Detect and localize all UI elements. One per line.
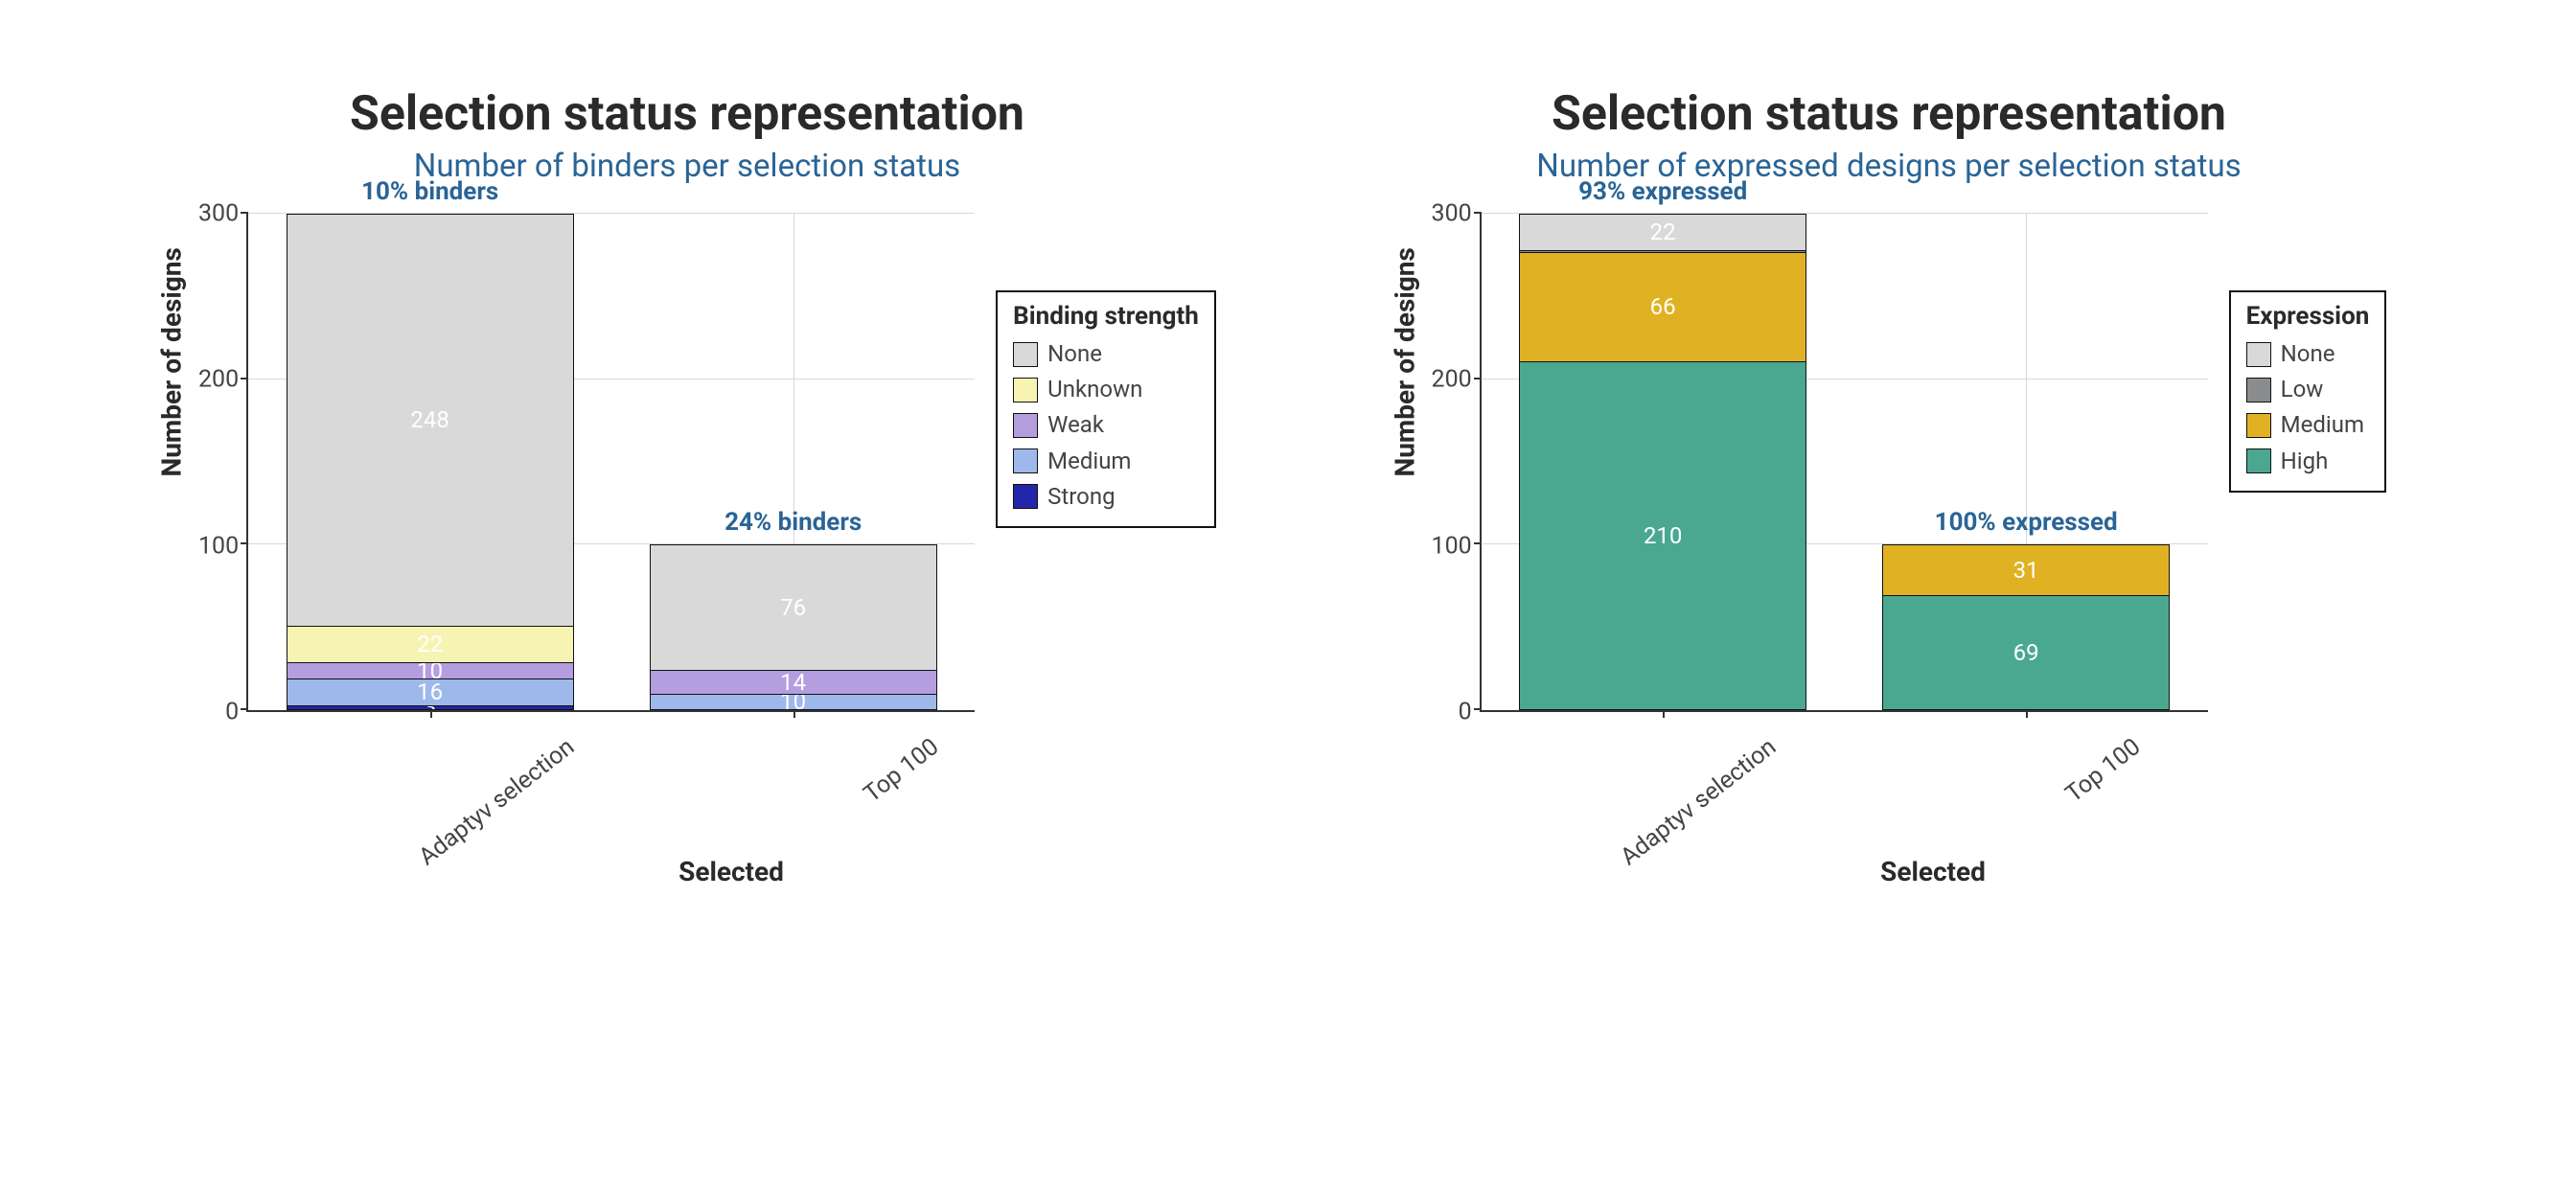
bar-top-label: 10% binders xyxy=(361,177,498,206)
legend-item: Medium xyxy=(2246,407,2370,443)
segment-value: 31 xyxy=(2013,559,2039,582)
bar-segment-medium: 16 xyxy=(287,678,574,705)
segment-value: 10 xyxy=(780,694,806,710)
legend-label: Unknown xyxy=(1047,372,1142,407)
swatch-icon xyxy=(1013,448,1038,473)
segment-value: 3 xyxy=(424,705,437,710)
segment-value: 76 xyxy=(780,596,806,619)
legend-title: Expression xyxy=(2246,302,2370,331)
swatch-icon xyxy=(1013,342,1038,367)
chart-title: Selection status representation xyxy=(1552,86,2226,142)
x-tick-label: Top 100 xyxy=(859,733,944,808)
y-tick-label: 100 xyxy=(1432,532,1472,560)
y-axis-label: Number of designs xyxy=(1389,449,1420,476)
legend-item: None xyxy=(2246,336,2370,372)
swatch-icon xyxy=(2246,342,2271,367)
legend: Binding strength None Unknown Weak Mediu… xyxy=(996,290,1216,528)
legend-item: Medium xyxy=(1013,444,1199,479)
y-axis: Number of designs 0 100 200 300 xyxy=(158,214,246,712)
legend-item: None xyxy=(1013,336,1199,372)
y-ticks: 0 100 200 300 xyxy=(1418,214,1480,712)
bar-segment-medium: 10 xyxy=(650,694,937,710)
legend-label: Medium xyxy=(2281,407,2364,443)
y-tick-label: 200 xyxy=(198,366,239,394)
plot-area: 93% expressed 210 66 1 22 100% expressed… xyxy=(1480,214,2208,712)
swatch-icon xyxy=(1013,413,1038,438)
bar-segment-none: 248 xyxy=(287,214,574,626)
bar-top100: 10 14 76 xyxy=(650,544,937,710)
segment-value: 16 xyxy=(417,680,443,703)
segment-value: 210 xyxy=(1644,524,1682,547)
y-tick-label: 200 xyxy=(1432,366,1472,394)
x-tick-label: Adaptyv selection xyxy=(414,733,580,871)
chart-left: Selection status representation Number o… xyxy=(115,77,1259,887)
y-axis: Number of designs 0 100 200 300 xyxy=(1392,214,1480,712)
chart-title: Selection status representation xyxy=(350,86,1024,142)
bar-segment-medium: 66 xyxy=(1519,252,1806,361)
bar-top-label: 100% expressed xyxy=(1935,508,2118,537)
legend-item: Low xyxy=(2246,372,2370,407)
bar-top100: 69 31 xyxy=(1882,544,2170,710)
y-tick-label: 300 xyxy=(1432,200,1472,228)
y-axis-label: Number of designs xyxy=(156,449,188,476)
segment-value: 69 xyxy=(2013,641,2039,664)
bar-adaptyv: 3 16 10 22 248 xyxy=(287,214,574,710)
legend-item: Unknown xyxy=(1013,372,1199,407)
plot-row: Number of designs 0 100 200 300 10% bind… xyxy=(158,214,1216,712)
y-tick-label: 300 xyxy=(198,200,239,228)
segment-value: 22 xyxy=(1650,220,1676,243)
bar-segment-weak: 14 xyxy=(650,670,937,693)
bar-top-label: 93% expressed xyxy=(1578,177,1747,206)
bar-segment-none: 22 xyxy=(1519,214,1806,250)
legend-title: Binding strength xyxy=(1013,302,1199,331)
legend-label: Medium xyxy=(1047,444,1131,479)
segment-value: 10 xyxy=(417,662,443,678)
chart-right: Selection status representation Number o… xyxy=(1317,77,2461,887)
bar-segment-high: 69 xyxy=(1882,595,2170,710)
legend: Expression None Low Medium High xyxy=(2229,290,2387,493)
legend-label: Low xyxy=(2281,372,2324,407)
x-ticks: Adaptyv selection Top 100 xyxy=(1569,712,2297,865)
swatch-icon xyxy=(2246,378,2271,402)
legend-label: High xyxy=(2281,444,2329,479)
swatch-icon xyxy=(1013,484,1038,509)
plot-row: Number of designs 0 100 200 300 93% expr… xyxy=(1392,214,2387,712)
bar-segment-high: 210 xyxy=(1519,361,1806,710)
bar-segment-none: 76 xyxy=(650,544,937,671)
bar-segment-medium: 31 xyxy=(1882,544,2170,596)
y-tick-label: 0 xyxy=(225,699,239,726)
bar-segment-low: 1 xyxy=(1519,250,1806,252)
legend-label: None xyxy=(2281,336,2335,372)
bar-segment-strong: 3 xyxy=(287,705,574,710)
legend-label: Strong xyxy=(1047,479,1115,515)
bar-adaptyv: 210 66 1 22 xyxy=(1519,214,1806,710)
bar-top-label: 24% binders xyxy=(724,508,862,537)
swatch-icon xyxy=(1013,378,1038,402)
bar-segment-unknown: 22 xyxy=(287,626,574,662)
segment-value: 14 xyxy=(780,671,806,694)
swatch-icon xyxy=(2246,413,2271,438)
x-ticks: Adaptyv selection Top 100 xyxy=(367,712,1095,865)
legend-item: High xyxy=(2246,444,2370,479)
legend-label: Weak xyxy=(1047,407,1104,443)
segment-value: 248 xyxy=(410,408,448,431)
x-tick-label: Adaptyv selection xyxy=(1616,733,1782,871)
legend-item: Strong xyxy=(1013,479,1199,515)
y-tick-label: 100 xyxy=(198,532,239,560)
swatch-icon xyxy=(2246,448,2271,473)
legend-item: Weak xyxy=(1013,407,1199,443)
y-tick-label: 0 xyxy=(1459,699,1472,726)
segment-value: 66 xyxy=(1650,295,1676,318)
segment-value: 22 xyxy=(417,632,443,656)
x-tick-label: Top 100 xyxy=(2060,733,2146,808)
bar-segment-weak: 10 xyxy=(287,662,574,678)
y-ticks: 0 100 200 300 xyxy=(185,214,246,712)
plot-area: 10% binders 3 16 10 22 248 24% binders 1… xyxy=(246,214,975,712)
legend-label: None xyxy=(1047,336,1102,372)
